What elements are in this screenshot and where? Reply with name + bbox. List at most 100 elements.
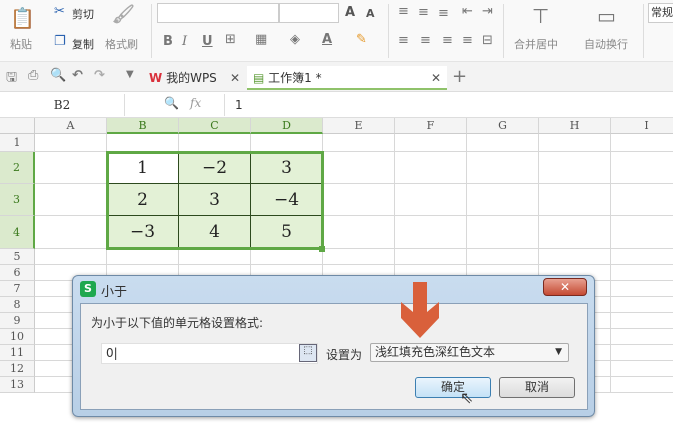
cell-I1[interactable]	[611, 134, 673, 152]
zoom-formula-icon[interactable]: 🔍	[164, 96, 179, 110]
value-input[interactable]: 0|	[101, 343, 318, 364]
cell-G5[interactable]	[467, 249, 539, 265]
row-header-5[interactable]: 5	[0, 249, 35, 265]
cell-F2[interactable]	[395, 152, 467, 184]
cell-H2[interactable]	[539, 152, 611, 184]
align-center-icon[interactable]: ≡	[420, 33, 431, 48]
save-icon[interactable]: 🖫	[6, 68, 17, 90]
cell-H3[interactable]	[539, 184, 611, 216]
cell-I7[interactable]	[611, 281, 673, 297]
cell-C5[interactable]	[179, 249, 251, 265]
cell-style-icon[interactable]: ▦	[255, 32, 267, 47]
cell-I6[interactable]	[611, 265, 673, 281]
cancel-button[interactable]: 取消	[499, 377, 575, 398]
cell-A5[interactable]	[35, 249, 107, 265]
insert-function-button[interactable]: fx	[190, 96, 201, 110]
column-header-F[interactable]: F	[395, 118, 467, 134]
cell-G3[interactable]	[467, 184, 539, 216]
close-tab-icon[interactable]: ✕	[230, 66, 240, 90]
paste-button[interactable]: 粘贴	[10, 36, 32, 52]
row-header-3[interactable]: 3	[0, 184, 35, 216]
cell-I8[interactable]	[611, 297, 673, 313]
row-header-9[interactable]: 9	[0, 313, 35, 329]
dropdown-icon[interactable]: ▼	[126, 69, 134, 80]
name-box[interactable]: B2	[0, 94, 125, 116]
column-header-I[interactable]: I	[611, 118, 673, 134]
row-header-6[interactable]: 6	[0, 265, 35, 281]
cell-I9[interactable]	[611, 313, 673, 329]
cell-G2[interactable]	[467, 152, 539, 184]
cell-I12[interactable]	[611, 361, 673, 377]
cell-E4[interactable]	[323, 216, 395, 249]
format-select[interactable]: 浅红填充色深红色文本 ▼	[370, 343, 569, 362]
close-button[interactable]: ✕	[543, 278, 587, 296]
paste-icon[interactable]: 📋	[10, 6, 35, 30]
row-header-12[interactable]: 12	[0, 361, 35, 377]
cell-D5[interactable]	[251, 249, 323, 265]
row-header-1[interactable]: 1	[0, 134, 35, 152]
cell-D2[interactable]: 3	[251, 152, 323, 184]
column-header-D[interactable]: D	[251, 118, 323, 134]
align-left-icon[interactable]: ≡	[398, 33, 409, 48]
align-bottom-icon[interactable]: ≡	[438, 6, 449, 21]
row-header-8[interactable]: 8	[0, 297, 35, 313]
cell-E1[interactable]	[323, 134, 395, 152]
cell-A2[interactable]	[35, 152, 107, 184]
distributed-icon[interactable]: ⊟	[482, 33, 493, 48]
copy-button[interactable]: 复制	[72, 36, 94, 52]
tab-my-wps[interactable]: W 我的WPS ✕	[143, 66, 246, 90]
cell-C1[interactable]	[179, 134, 251, 152]
merge-center-button[interactable]: 合并居中	[514, 36, 558, 52]
cell-I3[interactable]	[611, 184, 673, 216]
underline-button[interactable]: U	[202, 34, 213, 49]
cell-I13[interactable]	[611, 377, 673, 393]
column-header-H[interactable]: H	[539, 118, 611, 134]
ok-button[interactable]: 确定	[415, 377, 491, 398]
font-color-button[interactable]: A	[322, 32, 332, 47]
cell-F5[interactable]	[395, 249, 467, 265]
cell-H4[interactable]	[539, 216, 611, 249]
cell-C3[interactable]: 3	[179, 184, 251, 216]
cell-A1[interactable]	[35, 134, 107, 152]
row-header-10[interactable]: 10	[0, 329, 35, 345]
cell-I10[interactable]	[611, 329, 673, 345]
cell-H1[interactable]	[539, 134, 611, 152]
cell-C2[interactable]: −2	[179, 152, 251, 184]
row-header-11[interactable]: 11	[0, 345, 35, 361]
print-preview-icon[interactable]: 🔍	[50, 68, 66, 83]
cell-A4[interactable]	[35, 216, 107, 249]
row-header-4[interactable]: 4	[0, 216, 35, 249]
cell-B4[interactable]: −3	[107, 216, 179, 249]
row-header-2[interactable]: 2	[0, 152, 35, 184]
align-top-icon[interactable]: ≡	[398, 4, 409, 19]
fill-handle[interactable]	[319, 246, 325, 252]
wrap-text-button[interactable]: 自动换行	[584, 36, 628, 52]
cell-B1[interactable]	[107, 134, 179, 152]
number-format-select[interactable]: 常规	[648, 3, 673, 23]
cell-A3[interactable]	[35, 184, 107, 216]
column-header-A[interactable]: A	[35, 118, 107, 134]
cell-E2[interactable]	[323, 152, 395, 184]
row-header-7[interactable]: 7	[0, 281, 35, 297]
format-painter-button[interactable]: 格式刷	[105, 36, 138, 52]
range-select-icon[interactable]: ⬚	[299, 344, 317, 362]
cell-I2[interactable]	[611, 152, 673, 184]
grow-font-button[interactable]: A	[345, 5, 355, 20]
column-header-C[interactable]: C	[179, 118, 251, 134]
cell-I5[interactable]	[611, 249, 673, 265]
cell-B2[interactable]: 1	[107, 152, 179, 184]
cell-E3[interactable]	[323, 184, 395, 216]
formula-input[interactable]: 1	[224, 94, 673, 116]
row-header-13[interactable]: 13	[0, 377, 35, 393]
justify-icon[interactable]: ≡	[462, 33, 473, 48]
new-tab-button[interactable]: +	[452, 66, 467, 87]
cell-F4[interactable]	[395, 216, 467, 249]
column-header-G[interactable]: G	[467, 118, 539, 134]
shrink-font-button[interactable]: A	[366, 7, 375, 20]
cell-B5[interactable]	[107, 249, 179, 265]
close-tab-icon[interactable]: ✕	[431, 66, 441, 90]
indent-decrease-icon[interactable]: ⇤	[462, 4, 473, 19]
clear-format-icon[interactable]: ✎	[356, 32, 367, 47]
cell-I11[interactable]	[611, 345, 673, 361]
cut-button[interactable]: 剪切	[72, 6, 94, 22]
